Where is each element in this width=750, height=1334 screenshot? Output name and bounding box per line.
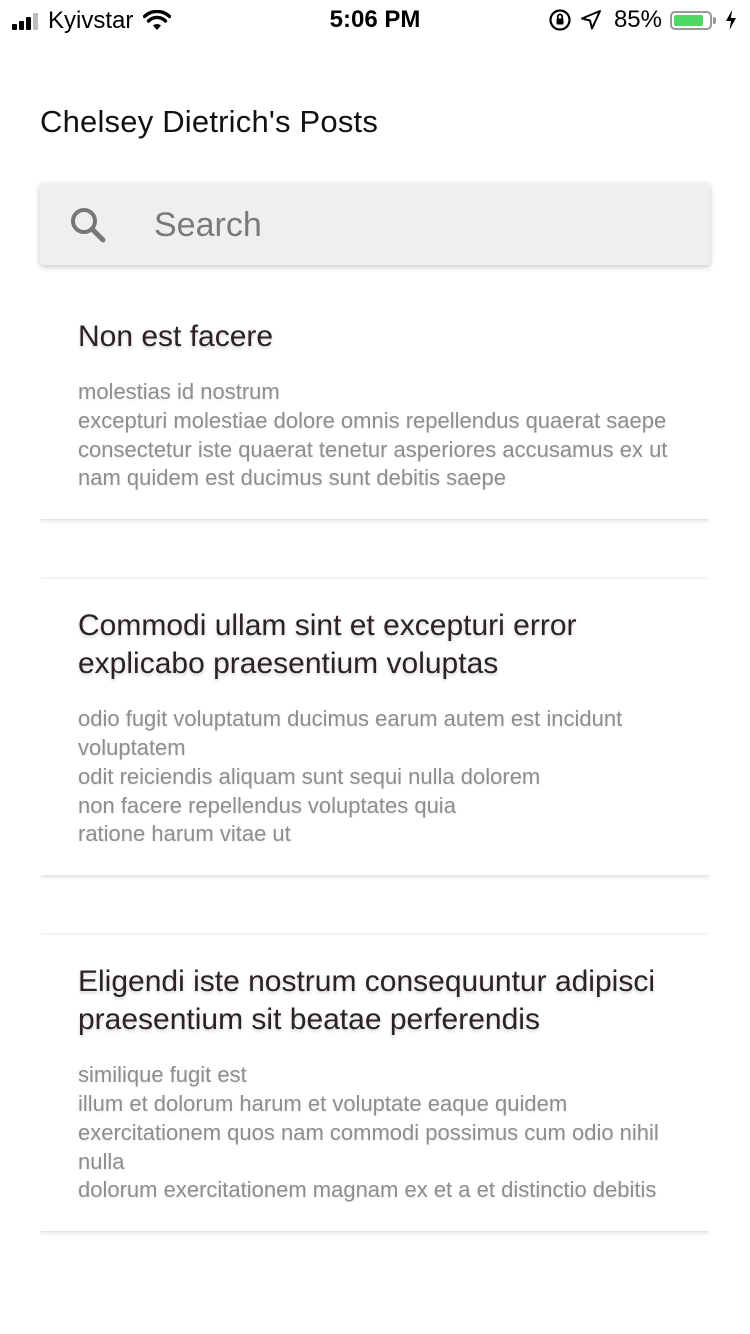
- charging-bolt-icon: [724, 9, 738, 31]
- battery-percentage: 85%: [613, 6, 662, 33]
- location-arrow-icon: [580, 9, 602, 31]
- search-icon[interactable]: [68, 205, 108, 245]
- posts-list[interactable]: Non est facere molestias id nostrum exce…: [40, 290, 710, 1294]
- post-body: similique fugit est illum et dolorum har…: [78, 1062, 659, 1203]
- status-right: 85%: [540, 6, 738, 34]
- orientation-lock-icon: [548, 8, 572, 32]
- post-card[interactable]: Commodi ullam sint et excepturi error ex…: [40, 579, 710, 876]
- page-title: Chelsey Dietrich's Posts: [40, 104, 379, 139]
- post-body: odio fugit voluptatum ducimus earum aute…: [78, 706, 623, 847]
- post-card[interactable]: Eligendi iste nostrum consequuntur adipi…: [40, 935, 710, 1232]
- status-bar: Kyivstar 5:06 PM 85%: [0, 0, 750, 40]
- post-card[interactable]: Non est facere molestias id nostrum exce…: [40, 290, 710, 520]
- search-bar[interactable]: [40, 183, 710, 265]
- search-input[interactable]: [152, 201, 676, 249]
- battery-icon: [670, 10, 716, 30]
- post-title: Non est facere: [78, 320, 274, 353]
- post-title: Eligendi iste nostrum consequuntur adipi…: [78, 965, 655, 1037]
- post-body: molestias id nostrum excepturi molestiae…: [78, 379, 668, 491]
- post-title: Commodi ullam sint et excepturi error ex…: [78, 609, 577, 681]
